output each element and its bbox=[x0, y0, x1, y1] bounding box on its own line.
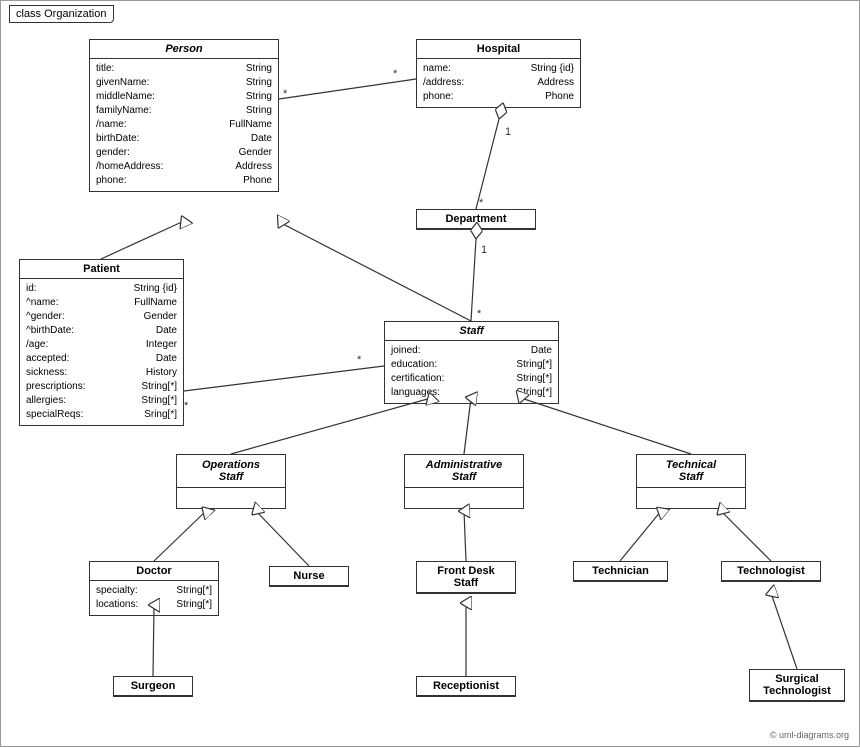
svg-text:*: * bbox=[283, 88, 288, 100]
class-technical-staff-title: TechnicalStaff bbox=[637, 455, 745, 488]
class-department: Department bbox=[416, 209, 536, 230]
class-technologist-title: Technologist bbox=[722, 562, 820, 581]
class-person: Person title:String givenName:String mid… bbox=[89, 39, 279, 192]
class-surgical-technologist-title: SurgicalTechnologist bbox=[750, 670, 844, 701]
class-technician-title: Technician bbox=[574, 562, 667, 581]
class-hospital: Hospital name:String {id} /address:Addre… bbox=[416, 39, 581, 108]
svg-text:1: 1 bbox=[505, 126, 511, 138]
class-administrative-staff: AdministrativeStaff bbox=[404, 454, 524, 509]
class-surgeon: Surgeon bbox=[113, 676, 193, 697]
class-person-title: Person bbox=[90, 40, 278, 59]
class-staff-title: Staff bbox=[385, 322, 558, 341]
class-doctor-attrs: specialty:String[*] locations:String[*] bbox=[90, 581, 218, 615]
svg-text:*: * bbox=[479, 197, 484, 209]
svg-text:*: * bbox=[357, 354, 362, 366]
class-staff: Staff joined:Date education:String[*] ce… bbox=[384, 321, 559, 404]
diagram-container: class Organization Person title:String g… bbox=[0, 0, 860, 747]
class-technologist: Technologist bbox=[721, 561, 821, 582]
class-operations-staff: OperationsStaff bbox=[176, 454, 286, 509]
class-receptionist-title: Receptionist bbox=[417, 677, 515, 696]
class-nurse-title: Nurse bbox=[270, 567, 348, 586]
class-person-attrs: title:String givenName:String middleName… bbox=[90, 59, 278, 191]
class-hospital-attrs: name:String {id} /address:Address phone:… bbox=[417, 59, 580, 107]
class-operations-staff-title: OperationsStaff bbox=[177, 455, 285, 488]
copyright-text: © uml-diagrams.org bbox=[770, 730, 849, 740]
class-nurse: Nurse bbox=[269, 566, 349, 587]
svg-text:*: * bbox=[184, 400, 189, 412]
class-administrative-staff-title: AdministrativeStaff bbox=[405, 455, 523, 488]
class-front-desk-staff-title: Front DeskStaff bbox=[417, 562, 515, 593]
class-patient: Patient id:String {id} ^name:FullName ^g… bbox=[19, 259, 184, 426]
class-receptionist: Receptionist bbox=[416, 676, 516, 697]
class-front-desk-staff: Front DeskStaff bbox=[416, 561, 516, 594]
class-surgical-technologist: SurgicalTechnologist bbox=[749, 669, 845, 702]
svg-text:*: * bbox=[477, 308, 482, 320]
class-patient-attrs: id:String {id} ^name:FullName ^gender:Ge… bbox=[20, 279, 183, 425]
svg-text:*: * bbox=[393, 68, 398, 80]
svg-text:1: 1 bbox=[481, 244, 487, 256]
class-staff-attrs: joined:Date education:String[*] certific… bbox=[385, 341, 558, 403]
class-doctor-title: Doctor bbox=[90, 562, 218, 581]
class-patient-title: Patient bbox=[20, 260, 183, 279]
diagram-title: class Organization bbox=[9, 5, 114, 23]
class-surgeon-title: Surgeon bbox=[114, 677, 192, 696]
class-hospital-title: Hospital bbox=[417, 40, 580, 59]
class-department-title: Department bbox=[417, 210, 535, 229]
class-technical-staff: TechnicalStaff bbox=[636, 454, 746, 509]
class-doctor: Doctor specialty:String[*] locations:Str… bbox=[89, 561, 219, 616]
class-technician: Technician bbox=[573, 561, 668, 582]
